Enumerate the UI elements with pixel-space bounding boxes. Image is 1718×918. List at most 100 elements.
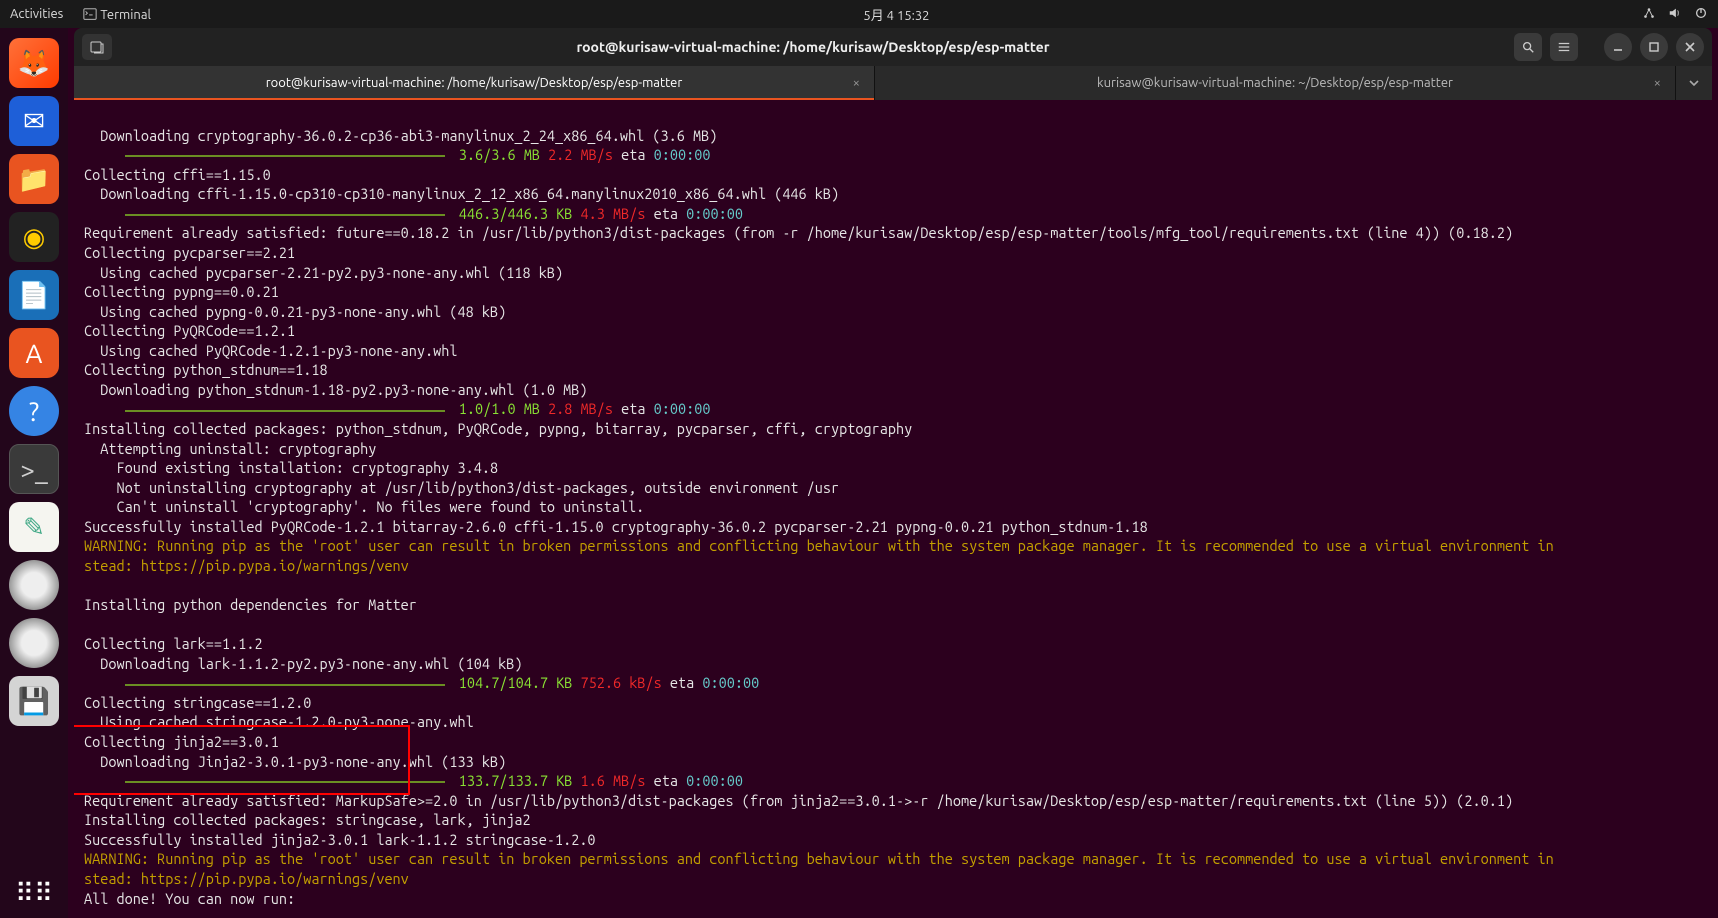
line: Installing collected packages: python_st… [84,420,912,437]
network-icon[interactable] [1642,6,1656,23]
window-title: root@kurisaw-virtual-machine: /home/kuri… [120,39,1506,55]
line: Can't uninstall 'cryptography'. No files… [84,498,644,515]
progress-size: 446.3/446.3 KB [459,205,573,222]
maximize-button[interactable] [1640,33,1668,61]
ubuntu-dock: 🦊 ✉ 📁 ◉ 📄 A ? >_ ✎ 💾 ⠿⠿ [0,28,68,918]
progress-speed: 752.6 kB/s [581,674,662,691]
line: Collecting cffi==1.15.0 [84,166,271,183]
eta-value: 0:00:00 [686,772,743,789]
line: All done! You can now run: [84,890,295,907]
appmenu[interactable]: Terminal [83,7,151,22]
window-titlebar: root@kurisaw-virtual-machine: /home/kuri… [74,28,1712,66]
line: Using cached pypng-0.0.21-py3-none-any.w… [84,303,506,320]
line: Requirement already satisfied: future==0… [84,224,1513,241]
line: Downloading cffi-1.15.0-cp310-cp310-many… [84,185,839,202]
progress-size: 104.7/104.7 KB [459,674,573,691]
eta-label: eta [654,772,678,789]
maximize-icon [1648,41,1660,53]
line: Downloading Jinja2-3.0.1-py3-none-any.wh… [84,753,506,770]
eta-label: eta [654,205,678,222]
dock-text-editor[interactable]: ✎ [9,502,59,552]
chevron-down-icon [1688,77,1700,89]
tab-overflow-button[interactable] [1676,66,1712,100]
dock-removable-drive[interactable]: 💾 [9,676,59,726]
progress-bar [125,410,445,412]
line: Collecting pycparser==2.21 [84,244,295,261]
dock-thunderbird[interactable]: ✉ [9,96,59,146]
dock-ubuntu-software[interactable]: A [9,328,59,378]
tab-label: kurisaw@kurisaw-virtual-machine: ~/Deskt… [1097,76,1453,90]
line: Collecting lark==1.1.2 [84,635,263,652]
gnome-topbar: Activities Terminal 5月 4 15:32 [0,0,1718,28]
menu-button[interactable] [1550,33,1578,61]
progress-bar [125,684,445,686]
dock-show-applications[interactable]: ⠿⠿ [9,868,59,918]
power-icon[interactable] [1694,6,1708,23]
search-button[interactable] [1514,33,1542,61]
warning-line: stead: https://pip.pypa.io/warnings/venv [84,870,409,887]
tab-label: root@kurisaw-virtual-machine: /home/kuri… [266,76,683,90]
line: Installing python dependencies for Matte… [84,596,417,613]
dock-firefox[interactable]: 🦊 [9,38,59,88]
line: Successfully installed jinja2-3.0.1 lark… [84,831,596,848]
line: Downloading python_stdnum-1.18-py2.py3-n… [84,381,587,398]
eta-label: eta [621,146,645,163]
dock-disc-1[interactable] [9,560,59,610]
volume-icon[interactable] [1668,6,1682,23]
dock-rhythmbox[interactable]: ◉ [9,212,59,262]
line: Attempting uninstall: cryptography [84,440,376,457]
clock[interactable]: 5月 4 15:32 [151,5,1642,24]
progress-size: 1.0/1.0 MB [459,400,540,417]
terminal-tab-1[interactable]: root@kurisaw-virtual-machine: /home/kuri… [74,66,875,100]
line: Successfully installed PyQRCode-1.2.1 bi… [84,518,1148,535]
line: Collecting PyQRCode==1.2.1 [84,322,295,339]
minimize-button[interactable] [1604,33,1632,61]
new-tab-icon [89,39,105,55]
line: Downloading lark-1.1.2-py2.py3-none-any.… [84,655,522,672]
tab-close-icon[interactable]: × [1654,76,1661,90]
eta-label: eta [621,400,645,417]
eta-value: 0:00:00 [654,146,711,163]
terminal-appmenu-icon [83,7,97,21]
close-button[interactable] [1676,33,1704,61]
line: Collecting stringcase==1.2.0 [84,694,311,711]
warning-line: stead: https://pip.pypa.io/warnings/venv [84,557,409,574]
eta-value: 0:00:00 [654,400,711,417]
line: Collecting python_stdnum==1.18 [84,361,328,378]
new-tab-button[interactable] [82,34,112,60]
progress-speed: 1.6 MB/s [581,772,646,789]
terminal-tab-2[interactable]: kurisaw@kurisaw-virtual-machine: ~/Deskt… [875,66,1676,100]
close-icon [1684,41,1696,53]
line: Requirement already satisfied: MarkupSaf… [84,792,1513,809]
line: Downloading cryptography-36.0.2-cp36-abi… [84,127,717,144]
line: Using cached stringcase-1.2.0-py3-none-a… [84,713,474,730]
line: Found existing installation: cryptograph… [84,459,498,476]
dock-disc-2[interactable] [9,618,59,668]
warning-line: WARNING: Running pip as the 'root' user … [84,850,1554,867]
dock-files[interactable]: 📁 [9,154,59,204]
tab-close-icon[interactable]: × [853,76,860,90]
search-icon [1521,40,1535,54]
line: Using cached PyQRCode-1.2.1-py3-none-any… [84,342,458,359]
progress-size: 3.6/3.6 MB [459,146,540,163]
line: Using cached pycparser-2.21-py2.py3-none… [84,264,563,281]
progress-bar [125,155,445,157]
progress-bar [125,214,445,216]
eta-value: 0:00:00 [702,674,759,691]
progress-size: 133.7/133.7 KB [459,772,573,789]
terminal-output[interactable]: Downloading cryptography-36.0.2-cp36-abi… [74,100,1712,908]
dock-libreoffice-writer[interactable]: 📄 [9,270,59,320]
minimize-icon [1612,41,1624,53]
dock-help[interactable]: ? [9,386,59,436]
progress-speed: 4.3 MB/s [581,205,646,222]
line: Not uninstalling cryptography at /usr/li… [84,479,839,496]
appmenu-label: Terminal [100,8,151,22]
activities-button[interactable]: Activities [10,7,63,21]
terminal-tabs: root@kurisaw-virtual-machine: /home/kuri… [74,66,1712,100]
dock-terminal[interactable]: >_ [9,444,59,494]
line: Collecting jinja2==3.0.1 [84,733,279,750]
eta-label: eta [670,674,694,691]
progress-speed: 2.2 MB/s [548,146,613,163]
terminal-window: root@kurisaw-virtual-machine: /home/kuri… [74,28,1712,908]
eta-value: 0:00:00 [686,205,743,222]
